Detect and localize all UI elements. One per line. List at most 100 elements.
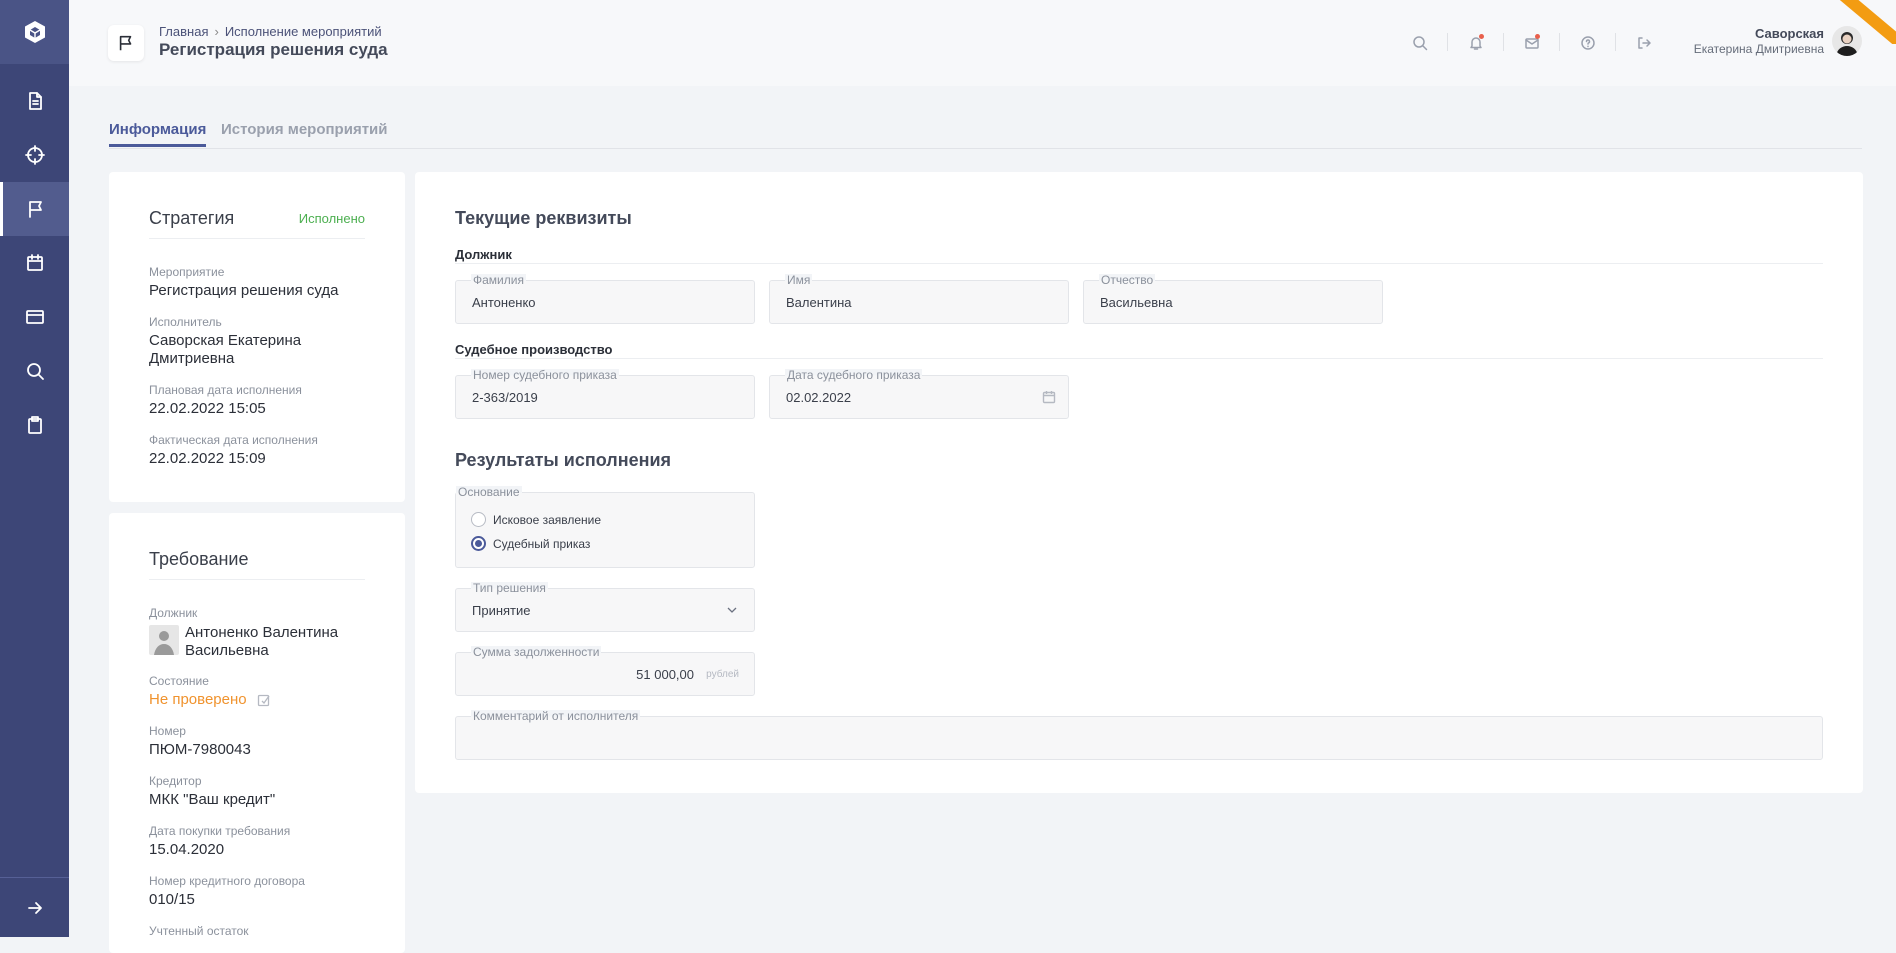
details-card: Текущие реквизиты Должник Фамилия Антоне…	[415, 172, 1863, 793]
strategy-status-badge: Исполнено	[298, 211, 365, 226]
contract-number-value: 010/15	[149, 891, 195, 908]
currency-unit: рублей	[706, 669, 739, 680]
field-label: Исполнитель	[149, 315, 222, 329]
sidebar-expand-button[interactable]	[0, 877, 69, 937]
executor-comment-field[interactable]: Комментарий от исполнителя	[455, 710, 1823, 760]
order-date-field[interactable]: Дата судебного приказа 02.02.2022	[769, 369, 1069, 419]
field-label: Мероприятие	[149, 265, 225, 279]
edit-state-icon[interactable]	[257, 693, 271, 707]
patronymic-label: Отчество	[1099, 273, 1156, 287]
decision-type-select[interactable]: Тип решения Принятие	[455, 582, 755, 632]
first-name-field[interactable]: Имя Валентина	[769, 274, 1069, 324]
logout-icon	[1638, 37, 1651, 49]
field-label: Должник	[149, 606, 198, 620]
debt-amount-field[interactable]: Сумма задолженности 51 000,00 рублей	[455, 646, 755, 696]
header-search-button[interactable]	[1408, 31, 1432, 55]
clipboard-icon	[27, 416, 42, 434]
page-icon	[108, 25, 144, 61]
target-icon	[24, 145, 45, 165]
user-first-names[interactable]: Екатерина Дмитриевна	[1694, 42, 1824, 56]
current-details-title: Текущие реквизиты	[455, 208, 632, 228]
field-label: Номер	[149, 724, 186, 738]
first-name-value: Валентина	[786, 295, 852, 310]
notifications-button[interactable]	[1464, 31, 1488, 55]
debt-amount-label: Сумма задолженности	[471, 645, 602, 659]
search-icon	[26, 363, 44, 380]
tab-information[interactable]: Информация	[109, 121, 207, 147]
sidebar-item-search[interactable]	[0, 344, 69, 398]
court-section-title: Судебное производство	[455, 342, 613, 357]
last-name-label: Фамилия	[471, 273, 526, 287]
requirement-title: Требование	[149, 549, 249, 569]
messages-button[interactable]	[1520, 31, 1544, 55]
state-value: Не проверено	[149, 691, 247, 708]
event-name-value: Регистрация решения суда	[149, 282, 339, 299]
order-number-label: Номер судебного приказа	[471, 368, 619, 382]
sidebar-item-documents[interactable]	[0, 74, 69, 128]
order-date-value: 02.02.2022	[786, 390, 852, 405]
calendar-icon[interactable]	[1042, 390, 1056, 404]
patronymic-field[interactable]: Отчество Васильевна	[1083, 274, 1383, 324]
decision-type-label: Тип решения	[471, 581, 548, 595]
page-title: Регистрация решения суда	[159, 40, 388, 59]
document-icon	[28, 92, 42, 110]
purchase-date-value: 15.04.2020	[149, 841, 225, 858]
field-label: Фактическая дата исполнения	[149, 433, 318, 447]
basis-label: Основание	[456, 485, 522, 499]
debtor-section-title: Должник	[455, 247, 512, 262]
breadcrumb-separator-icon: ›	[214, 24, 219, 39]
card-icon	[25, 310, 44, 324]
debtor-name-link[interactable]: Антоненко Валентина Васильевна	[185, 624, 365, 660]
field-label: Кредитор	[149, 774, 202, 788]
basis-option-label: Судебный приказ	[493, 536, 591, 551]
sidebar-item-calendar[interactable]	[0, 236, 69, 290]
debtor-avatar	[149, 625, 179, 655]
radio-checked-icon	[471, 536, 486, 551]
basis-option-court-order[interactable]: Судебный приказ	[471, 536, 590, 551]
tab-events-history[interactable]: История мероприятий	[221, 121, 388, 144]
creditor-value: МКК "Ваш кредит"	[149, 791, 276, 808]
message-dot	[1535, 34, 1540, 39]
breadcrumb-events[interactable]: Исполнение мероприятий	[225, 24, 382, 39]
user-last-name[interactable]: Саворская	[1755, 26, 1824, 41]
last-name-value: Антоненко	[472, 295, 536, 310]
top-header: Главная › Исполнение мероприятий Регистрац…	[69, 0, 1896, 86]
breadcrumb-home[interactable]: Главная	[159, 24, 208, 39]
sidebar-item-target[interactable]	[0, 128, 69, 182]
basis-option-claim[interactable]: Исковое заявление	[471, 512, 601, 527]
debt-amount-value: 51 000,00	[636, 667, 694, 682]
notification-dot	[1479, 34, 1484, 39]
strategy-title: Стратегия	[149, 208, 235, 228]
sidebar	[0, 0, 69, 937]
requirement-card: Требование Должник Антоненко Валентина В…	[109, 513, 405, 953]
sidebar-item-payments[interactable]	[0, 290, 69, 344]
sidebar-item-events[interactable]	[0, 182, 69, 236]
basis-radio-group: Основание Исковое заявление Судебный при…	[455, 486, 755, 568]
planned-date-value: 22.02.2022 15:05	[149, 400, 266, 417]
last-name-field[interactable]: Фамилия Антоненко	[455, 274, 755, 324]
field-label: Дата покупки требования	[149, 824, 291, 838]
basis-option-label: Исковое заявление	[493, 512, 602, 527]
calendar-icon	[26, 254, 43, 271]
arrow-right-icon	[27, 901, 42, 914]
logout-button[interactable]	[1632, 31, 1656, 55]
field-label: Номер кредитного договора	[149, 874, 305, 888]
search-icon	[1413, 36, 1428, 51]
order-number-field[interactable]: Номер судебного приказа 2-363/2019	[455, 369, 755, 419]
patronymic-value: Васильевна	[1100, 295, 1173, 310]
sidebar-item-tasks[interactable]	[0, 398, 69, 452]
first-name-label: Имя	[785, 273, 813, 287]
help-button[interactable]	[1576, 31, 1600, 55]
app-logo[interactable]	[0, 0, 69, 64]
help-icon	[1581, 36, 1595, 50]
executor-value: Саворская Екатерина Дмитриевна	[149, 332, 302, 367]
actual-date-value: 22.02.2022 15:09	[149, 450, 266, 467]
flag-icon	[29, 201, 42, 218]
order-number-value: 2-363/2019	[472, 390, 538, 405]
flag-icon	[119, 35, 132, 51]
field-label: Плановая дата исполнения	[149, 383, 302, 397]
environment-ribbon	[1836, 0, 1896, 44]
chevron-down-icon	[726, 603, 738, 615]
results-title: Результаты исполнения	[455, 450, 672, 470]
comment-label: Комментарий от исполнителя	[471, 709, 641, 723]
